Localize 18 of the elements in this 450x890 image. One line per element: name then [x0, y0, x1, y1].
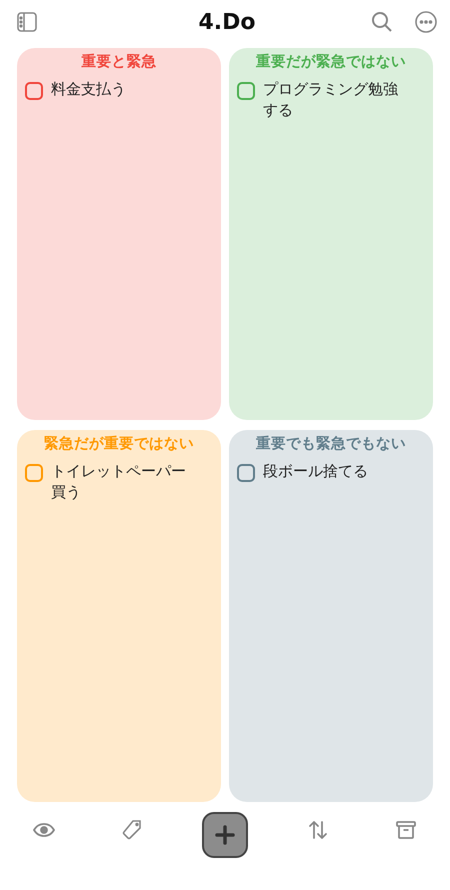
- quadrant-title: 重要でも緊急でもない: [255, 434, 407, 453]
- search-icon[interactable]: [370, 10, 394, 34]
- quadrant-title: 重要だが緊急ではない: [255, 52, 407, 71]
- plus-icon: [214, 824, 236, 846]
- quadrant-title: 緊急だが重要ではない: [43, 434, 195, 453]
- task-checkbox[interactable]: [237, 464, 255, 482]
- task-text: プログラミング勉強する: [263, 79, 399, 121]
- app-title: 4.Do: [198, 10, 256, 34]
- task-text: トイレットペーパー買う: [51, 461, 187, 503]
- task-checkbox[interactable]: [25, 82, 43, 100]
- task-checkbox[interactable]: [25, 464, 43, 482]
- sidebar-icon[interactable]: [16, 11, 38, 33]
- task-text: 料金支払う: [51, 79, 126, 100]
- add-button[interactable]: [202, 812, 248, 858]
- task-checkbox[interactable]: [237, 82, 255, 100]
- quadrant-title: 重要と緊急: [80, 52, 158, 71]
- more-icon[interactable]: [414, 10, 438, 34]
- task-text: 段ボール捨てる: [263, 461, 368, 482]
